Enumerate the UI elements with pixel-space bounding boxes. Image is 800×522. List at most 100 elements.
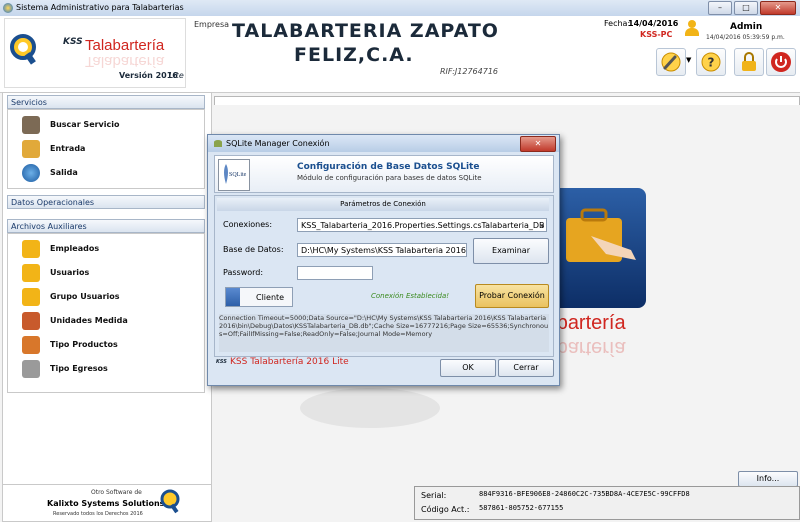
sidebar-item-tipo-productos[interactable]: Tipo Productos	[16, 334, 196, 356]
conexiones-select[interactable]: KSS_Talabarteria_2016.Properties.Setting…	[297, 218, 547, 232]
sidebar-item-label: Tipo Egresos	[50, 364, 108, 373]
minimize-button[interactable]: –	[708, 1, 732, 15]
section-servicios[interactable]: Servicios	[7, 95, 205, 109]
toggle-knob	[226, 288, 240, 306]
maximize-button[interactable]: □	[734, 1, 758, 15]
empresa-label: Empresa	[194, 20, 230, 29]
brand-graphic	[546, 188, 646, 308]
dialog-close-button[interactable]: ✕	[520, 136, 556, 152]
vendor-logo-icon	[160, 489, 180, 514]
cliente-toggle-label: Cliente	[256, 293, 285, 302]
sidebar-item-tipo-egresos[interactable]: Tipo Egresos	[16, 358, 196, 380]
company-name-line1: TALABARTERIA ZAPATO	[232, 20, 499, 42]
kss-logo-icon	[10, 34, 36, 65]
sidebar-item-label: Empleados	[50, 244, 100, 253]
fecha-value: 14/04/2016	[628, 19, 679, 28]
database-icon	[214, 140, 222, 147]
user-group-icon	[22, 288, 40, 306]
user-icon	[684, 20, 700, 36]
base-datos-field[interactable]: D:\HC\My Systems\KSS Talabarteria 2016\	[297, 243, 467, 257]
sidebar-item-buscar-servicio[interactable]: Buscar Servicio	[16, 114, 196, 136]
sqlite-logo: SQLite	[218, 159, 250, 191]
sidebar-item-label: Salida	[50, 168, 78, 177]
help-button[interactable]: ?	[696, 48, 726, 76]
sidebar-item-empleados[interactable]: Empleados	[16, 238, 196, 260]
user-datetime: 14/04/2016 05:39:59 p.m.	[706, 34, 785, 41]
rif-label: RIF:J12764716	[440, 67, 499, 76]
sidebar-item-label: Tipo Productos	[50, 340, 118, 349]
probar-conexion-button[interactable]: Probar Conexión	[475, 284, 549, 308]
dialog-heading: Configuración de Base Datos SQLite	[297, 162, 480, 172]
servicios-group: Buscar Servicio Entrada Salida	[7, 109, 205, 189]
params-title: Parámetros de Conexión	[217, 198, 549, 211]
close-window-button[interactable]: ✕	[760, 1, 796, 15]
help-icon: ?	[701, 52, 721, 72]
briefcase-hand-icon	[566, 208, 636, 262]
sidebar-item-label: Entrada	[50, 144, 86, 153]
main-area-top-bar	[214, 96, 800, 105]
reflection-shadow	[300, 388, 440, 428]
examinar-button[interactable]: Examinar	[473, 238, 549, 264]
sidebar-item-label: Unidades Medida	[50, 316, 128, 325]
rights-text: Reservado todos los Derechos 2016	[53, 511, 143, 517]
serial-label: Serial:	[421, 491, 447, 500]
settings-tool-button[interactable]	[656, 48, 686, 76]
users-icon	[22, 264, 40, 282]
brand-prefix: KSS	[63, 37, 83, 47]
sidebar-item-label: Usuarios	[50, 268, 90, 277]
user-name: Admin	[730, 22, 763, 32]
app-icon	[3, 3, 13, 13]
cerrar-button[interactable]: Cerrar	[498, 359, 554, 377]
connection-string-text: Connection Timeout=5000;Data Source="D:\…	[219, 314, 549, 352]
lock-button[interactable]	[734, 48, 764, 76]
exit-icon	[22, 164, 40, 182]
lock-icon	[742, 52, 756, 71]
entry-icon	[22, 140, 40, 158]
sidebar-item-salida[interactable]: Salida	[16, 162, 196, 184]
conexiones-value: KSS_Talabarteria_2016.Properties.Setting…	[301, 221, 545, 230]
dialog-footer-brand: KSS Talabartería 2016 Lite	[230, 357, 349, 367]
password-label: Password:	[223, 268, 264, 277]
sidebar-item-unidades-medida[interactable]: Unidades Medida	[16, 310, 196, 332]
dialog-banner: SQLite Configuración de Base Datos SQLit…	[214, 155, 554, 193]
sidebar-item-label: Grupo Usuarios	[50, 292, 120, 301]
chevron-down-icon: ▾	[540, 222, 544, 230]
conexiones-label: Conexiones:	[223, 220, 273, 229]
sqlite-manager-dialog: SQLite Manager Conexión ✕ SQLite Configu…	[207, 134, 560, 386]
sidebar: Servicios Buscar Servicio Entrada Salida…	[2, 92, 212, 486]
vendor-name: Kalixto Systems Solutions	[47, 499, 165, 508]
fecha-label: Fecha:	[604, 19, 631, 28]
window-title: Sistema Administrativo para Talabarteria…	[16, 3, 184, 12]
params-group: Parámetros de Conexión Conexiones: KSS_T…	[214, 195, 554, 357]
password-field[interactable]	[297, 266, 373, 280]
activation-code-label: Código Act.:	[421, 505, 470, 514]
power-button[interactable]	[766, 48, 796, 76]
pc-name: KSS-PC	[640, 30, 673, 39]
dialog-subheading: Módulo de configuración para bases de da…	[297, 174, 482, 182]
company-name-line2: FELIZ,C.A.	[294, 44, 414, 66]
sidebar-item-entrada[interactable]: Entrada	[16, 138, 196, 160]
vendor-footer: Otro Software de Kalixto Systems Solutio…	[2, 484, 212, 522]
search-service-icon	[22, 116, 40, 134]
sidebar-item-usuarios[interactable]: Usuarios	[16, 262, 196, 284]
dialog-footer-brand-prefix: KSS	[216, 359, 227, 365]
section-datos-operacionales[interactable]: Datos Operacionales	[7, 195, 205, 209]
cliente-toggle[interactable]: Cliente	[225, 287, 293, 307]
section-archivos-auxiliares[interactable]: Archivos Auxiliares	[7, 219, 205, 233]
info-button[interactable]: Info...	[738, 471, 798, 487]
ok-button[interactable]: OK	[440, 359, 496, 377]
brand-logo-box: KSS Talabartería Talabartería Versión 20…	[4, 18, 186, 88]
connection-status: Conexión Establecida!	[371, 292, 450, 300]
sidebar-item-label: Buscar Servicio	[50, 120, 120, 129]
settings-dropdown-icon[interactable]: ▼	[686, 56, 691, 64]
serial-value: 884F9316-BFE906E8-24860C2C-735BD8A-4CE7E…	[479, 490, 690, 498]
wrench-icon	[661, 52, 681, 72]
sidebar-item-grupo-usuarios[interactable]: Grupo Usuarios	[16, 286, 196, 308]
base-datos-label: Base de Datos:	[223, 245, 284, 254]
app-header: KSS Talabartería Talabartería Versión 20…	[0, 16, 800, 93]
software-by-label: Otro Software de	[91, 489, 142, 496]
version-edition: Lite	[169, 71, 184, 80]
window-titlebar: Sistema Administrativo para Talabarteria…	[0, 0, 800, 17]
sqlite-logo-text: SQLite	[229, 172, 247, 178]
archivos-group: Empleados Usuarios Grupo Usuarios Unidad…	[7, 233, 205, 393]
